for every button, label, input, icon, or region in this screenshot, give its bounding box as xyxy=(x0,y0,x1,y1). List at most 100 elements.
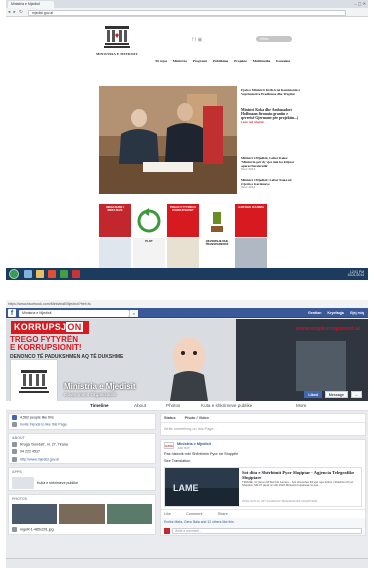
liked-button[interactable]: Liked xyxy=(304,391,322,398)
folder-icon[interactable] xyxy=(36,270,44,278)
social-icons[interactable]: f t ▣ xyxy=(192,37,202,43)
tile-air-noise[interactable]: AJRI DHE ZHURMA xyxy=(235,204,267,237)
nav-item-te-rejat[interactable]: Të rejat xyxy=(155,59,167,63)
tab-photos[interactable]: Photos xyxy=(166,401,180,411)
photo-thumb[interactable] xyxy=(106,504,152,525)
cover-photo[interactable]: KORRUPSJON TREGO FYTYRËN E KORRUPSIONIT!… xyxy=(6,319,368,401)
post-likes[interactable]: Enrike Meta, Genc Bala and 12 others lik… xyxy=(161,518,365,526)
nav-home[interactable]: Kryefaqja xyxy=(327,311,343,315)
tile-plot[interactable]: PLOT xyxy=(133,238,165,271)
tab-public-box[interactable]: Kuta e shkrimeve publike xyxy=(201,401,252,411)
comment-input[interactable]: Write a comment... xyxy=(172,527,362,534)
facebook-logo-icon[interactable]: f xyxy=(8,309,16,317)
invite-friends-link[interactable]: Invite friends to like this Page xyxy=(9,421,155,428)
tile-image-2[interactable] xyxy=(235,238,267,271)
nav-profile[interactable]: Gentian xyxy=(308,311,321,315)
hero-photo-signing-ceremony[interactable] xyxy=(99,86,237,194)
browser-tab[interactable]: Ministria e Mjedisit xyxy=(8,1,54,8)
about-header: ABOUT xyxy=(12,435,25,440)
link-preview[interactable]: LAME Sot dita e Shërbimit Pyor Shqiptar … xyxy=(164,467,362,507)
profile-picture[interactable] xyxy=(11,360,57,406)
tile-trego[interactable]: TREGO FYTYRËN E KORRUPSIONIT xyxy=(167,204,199,237)
photo-filename[interactable]: mguR-1-485x291.jpg xyxy=(9,526,155,533)
page-tabs: Timeline About Photos Kuta e shkrimeve p… xyxy=(6,401,368,411)
globe-icon xyxy=(12,456,17,462)
share-button[interactable]: Share xyxy=(218,512,228,516)
message-button[interactable]: Message xyxy=(324,391,348,398)
clock[interactable]: 12:51 PM 10/21/2014 xyxy=(347,270,364,278)
comment-button[interactable]: Comment xyxy=(186,512,202,516)
cover-buttons: Liked Message ... xyxy=(302,391,362,398)
tab-more[interactable]: More xyxy=(296,401,306,411)
composer-input[interactable]: Write something on this Page... xyxy=(161,423,365,435)
chrome-icon[interactable] xyxy=(60,270,68,278)
window-controls[interactable]: – ▢ ✕ xyxy=(354,1,366,6)
svg-text:LAME: LAME xyxy=(173,483,199,493)
url-field[interactable]: mjedisi.gov.al xyxy=(28,9,346,16)
ie-icon[interactable] xyxy=(24,270,32,278)
news-title[interactable]: Ministri Koka dhe Ambasadori Hoffmann fi… xyxy=(241,108,301,120)
browser-nav-buttons[interactable]: ◂ ▸ ↻ xyxy=(8,9,24,15)
cover-website: www.stopkorrupsionit.al xyxy=(296,326,360,332)
atsh-logo-icon[interactable]: AATA xyxy=(164,442,174,449)
facebook-page-screenshot: https://www.facebook.com/MinistriaEMjedi… xyxy=(6,300,368,568)
right-column: Status Photo / Video Write something on … xyxy=(160,413,366,539)
nav-item-multimedia[interactable]: Multimedia xyxy=(253,59,271,63)
link-title[interactable]: Sot dita e Shërbimit Pyor Shqiptar - Agj… xyxy=(242,470,364,480)
composer-status-tab[interactable]: Status xyxy=(164,416,176,420)
news-item[interactable]: Fjala e Ministrit KOKA në Komisionin e V… xyxy=(241,88,301,96)
start-button-icon[interactable] xyxy=(9,269,19,279)
site-search-input[interactable]: Kërko xyxy=(256,36,292,42)
facebook-top-bar: f Ministria e Mjedisit ⌕ Gentian Kryefaq… xyxy=(6,308,368,318)
website-link[interactable]: http://www.mjedisi.gov.al xyxy=(9,456,155,463)
app-icon[interactable] xyxy=(72,270,80,278)
tile-forest[interactable] xyxy=(201,204,233,237)
tile-photo[interactable] xyxy=(167,238,199,271)
photo-thumb[interactable] xyxy=(12,504,58,525)
see-translation-link[interactable]: See Translation xyxy=(161,458,365,465)
thumbs-up-icon xyxy=(12,415,17,420)
post-header: AATA Ministria e Mjedisit Just now xyxy=(161,440,365,451)
news-item[interactable]: Ministri i Mjedisit, Lefter Koka: 'Minis… xyxy=(241,156,301,172)
tile-recycle[interactable] xyxy=(133,204,165,237)
photo-thumb[interactable] xyxy=(59,504,105,525)
nav-item-ministria[interactable]: Ministria xyxy=(173,59,187,63)
news-date: Tetor 2014 xyxy=(241,167,256,171)
like-button[interactable]: Like xyxy=(164,512,171,516)
tile-waste[interactable]: MENAXHIMI I MBETJEVE xyxy=(99,204,131,237)
more-button[interactable]: ... xyxy=(351,391,362,398)
location-pin-icon xyxy=(12,441,17,447)
photo-icon xyxy=(12,527,17,533)
url-field[interactable]: https://www.facebook.com/MinistriaEMjedi… xyxy=(6,300,368,308)
ministry-logo-icon[interactable] xyxy=(104,26,130,50)
tab-about[interactable]: About xyxy=(134,401,146,411)
app-item[interactable]: Kutia e shkrimeve publike xyxy=(9,475,155,490)
nav-item-programi[interactable]: Programi xyxy=(193,59,207,63)
nav-find-friends[interactable]: Gjej miq xyxy=(350,311,364,315)
site-main-nav: Të rejat Ministria Programi Publikime Pr… xyxy=(155,59,295,63)
link-host: ATSH.GOV.AL | BY AGJENCIA TELEGRAFIKE SH… xyxy=(242,499,318,503)
news-item[interactable]: Ministri i Mjedisit: Lefter Koka në rrje… xyxy=(241,178,301,190)
composer-card: Status Photo / Video Write something on … xyxy=(160,413,366,436)
program-tiles: MENAXHIMI I MBETJEVE TREGO FYTYRËN E KOR… xyxy=(99,204,299,272)
news-title[interactable]: Fjala e Ministrit KOKA në Komisionin e V… xyxy=(241,88,301,96)
search-icon[interactable]: ⌕ xyxy=(129,309,138,317)
post-time[interactable]: Just now xyxy=(177,446,190,450)
ministry-logo-icon xyxy=(13,362,55,404)
avatar xyxy=(164,527,170,534)
facebook-search-input[interactable]: Ministria e Mjedisit xyxy=(19,309,129,317)
news-item[interactable]: Ministri Koka dhe Ambasadori Hoffmann fi… xyxy=(241,108,301,124)
about-card: ABOUT Rruga 'Durrësit', nr. 27, Tirana 0… xyxy=(8,432,156,465)
tab-timeline[interactable]: Timeline xyxy=(90,401,109,411)
nav-item-projekte[interactable]: Projekte xyxy=(234,59,247,63)
nav-item-publikime[interactable]: Publikime xyxy=(213,59,228,63)
nav-item-kontakte[interactable]: Kontakte xyxy=(276,59,290,63)
windows-taskbar xyxy=(6,558,368,568)
korrupsjon-banner: KORRUPSJON xyxy=(11,321,89,334)
read-more-link[interactable]: Lexo më shumë xyxy=(241,120,301,124)
composer-photo-tab[interactable]: Photo / Video xyxy=(185,416,209,420)
ministry-name: MINISTRIA E MJEDISIT xyxy=(96,52,138,56)
tile-transparency[interactable]: QEVERISJE DHE TRANSPARENCË xyxy=(201,238,233,271)
tile-image[interactable] xyxy=(99,238,131,271)
media-icon[interactable] xyxy=(48,270,56,278)
